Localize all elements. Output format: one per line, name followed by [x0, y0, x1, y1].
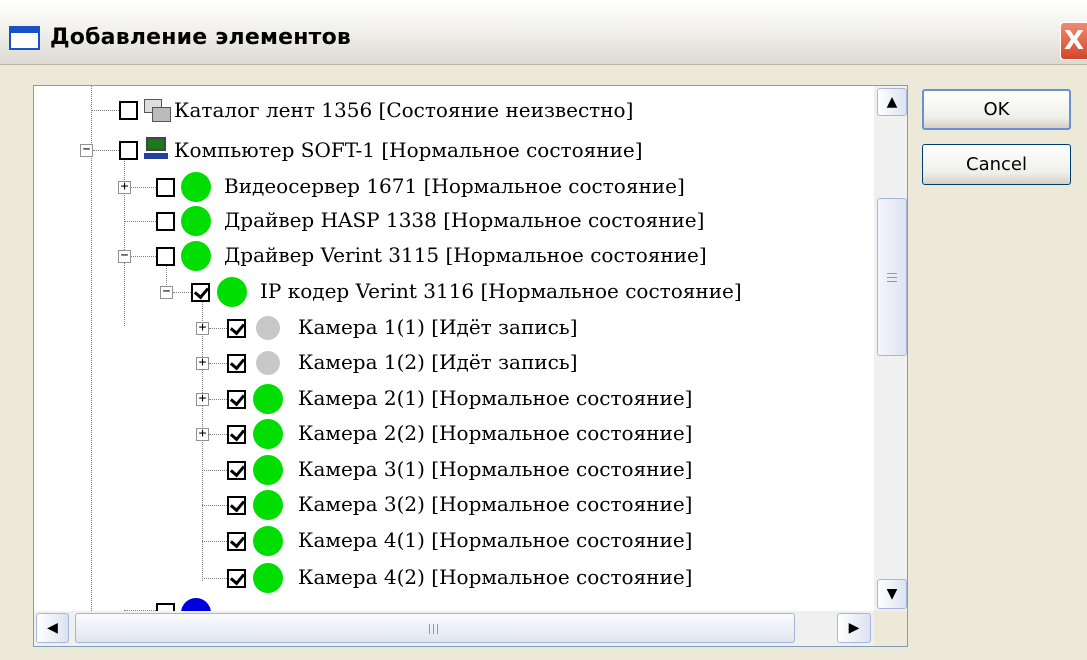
- status-green-icon: [253, 384, 283, 414]
- tree-item-label[interactable]: Драйвер Verint 3115 [Нормальное состояни…: [224, 243, 707, 267]
- checkbox-tape-catalog[interactable]: [119, 101, 138, 120]
- tree-item-label[interactable]: IP кодер Verint 3116 [Нормальное состоян…: [260, 279, 742, 303]
- tree-line: [209, 328, 227, 329]
- window-icon: [9, 26, 40, 50]
- tree-item-label[interactable]: Камера 4(2) [Нормальное состояние]: [298, 565, 692, 589]
- collapse-toggle[interactable]: −: [80, 143, 93, 157]
- tree-line: [93, 150, 119, 151]
- checkbox-camera-2-2[interactable]: [227, 425, 246, 444]
- status-green-icon: [181, 241, 211, 271]
- checkbox-hasp-driver[interactable]: [156, 212, 175, 231]
- status-green-icon: [217, 277, 247, 307]
- tree-line: [124, 146, 125, 326]
- checkbox-camera-3-2[interactable]: [227, 496, 246, 515]
- tree-item-label[interactable]: Камера 4(1) [Нормальное состояние]: [298, 528, 692, 552]
- vertical-scroll-thumb[interactable]: [877, 198, 907, 356]
- tape-catalog-icon: [144, 99, 171, 122]
- checkbox-camera-1-2[interactable]: [227, 354, 246, 373]
- status-green-icon: [253, 526, 283, 556]
- checkbox-camera-4-1[interactable]: [227, 532, 246, 551]
- tree-content: Каталог лент 1356 [Состояние неизвестно]…: [34, 86, 874, 611]
- expand-toggle[interactable]: +: [196, 356, 209, 370]
- tree-item-label[interactable]: Камера 3(1) [Нормальное состояние]: [298, 457, 692, 481]
- tree-item-label[interactable]: Видеосервер 1671 [Нормальное состояние]: [224, 174, 685, 198]
- tree-line: [209, 399, 227, 400]
- tree-line: [91, 86, 92, 611]
- checkbox-camera-3-1[interactable]: [227, 461, 246, 480]
- tree-item-label[interactable]: Каталог лент 1356 [Состояние неизвестно]: [174, 98, 633, 122]
- tree-line: [202, 541, 227, 542]
- collapse-toggle[interactable]: −: [118, 249, 131, 263]
- computer-icon: [144, 137, 168, 161]
- tree-item-label[interactable]: Драйвер HASP 1338 [Нормальное состояние]: [224, 208, 704, 232]
- expand-toggle[interactable]: +: [118, 180, 131, 194]
- checkbox-ip-encoder[interactable]: [191, 283, 210, 302]
- scroll-up-button[interactable]: ▲: [877, 88, 907, 116]
- scroll-left-button[interactable]: ◀: [36, 613, 69, 643]
- status-blue-icon: [181, 598, 211, 611]
- tree-item-label[interactable]: Компьютер SOFT-1 [Нормальное состояние]: [174, 138, 643, 162]
- expand-toggle[interactable]: +: [196, 321, 209, 335]
- scroll-down-button[interactable]: ▼: [877, 579, 907, 609]
- status-green-icon: [253, 455, 283, 485]
- tree-item-label[interactable]: Камера 1(1) [Идёт запись]: [298, 315, 578, 339]
- title-bar: Добавление элементов X: [0, 0, 1087, 65]
- status-green-icon: [253, 563, 283, 593]
- horizontal-scrollbar[interactable]: ◀ ▶: [34, 611, 874, 646]
- tree-line: [91, 110, 119, 111]
- checkbox-video-server[interactable]: [156, 178, 175, 197]
- checkbox-partial-item[interactable]: [156, 603, 175, 611]
- vertical-scrollbar[interactable]: ▲ ▼: [874, 86, 907, 611]
- horizontal-scroll-thumb[interactable]: [75, 613, 795, 643]
- status-green-icon: [253, 490, 283, 520]
- checkbox-camera-2-1[interactable]: [227, 390, 246, 409]
- status-green-icon: [253, 419, 283, 449]
- status-green-icon: [181, 172, 211, 202]
- tree-line: [209, 363, 227, 364]
- checkbox-camera-1-1[interactable]: [227, 319, 246, 338]
- checkbox-camera-4-2[interactable]: [227, 569, 246, 588]
- tree-line: [202, 470, 227, 471]
- element-tree[interactable]: Каталог лент 1356 [Состояние неизвестно]…: [33, 85, 908, 647]
- tree-line: [173, 292, 191, 293]
- window-title: Добавление элементов: [50, 25, 352, 50]
- tree-item-label[interactable]: Камера 3(2) [Нормальное состояние]: [298, 492, 692, 516]
- tree-line: [209, 434, 227, 435]
- tree-line: [124, 221, 156, 222]
- status-gray-icon: [256, 316, 280, 340]
- status-gray-icon: [256, 351, 280, 375]
- tree-line: [202, 505, 227, 506]
- tree-line: [131, 187, 156, 188]
- expand-toggle[interactable]: +: [196, 392, 209, 406]
- tree-line: [202, 578, 227, 579]
- checkbox-computer[interactable]: [119, 141, 138, 160]
- expand-toggle[interactable]: +: [196, 427, 209, 441]
- tree-line: [131, 256, 156, 257]
- ok-button[interactable]: OK: [922, 89, 1071, 130]
- status-green-icon: [181, 206, 211, 236]
- close-button[interactable]: X: [1060, 22, 1087, 60]
- cancel-button[interactable]: Cancel: [922, 144, 1071, 185]
- scroll-right-button[interactable]: ▶: [837, 613, 871, 643]
- checkbox-verint-driver[interactable]: [156, 247, 175, 266]
- tree-item-label[interactable]: Камера 2(2) [Нормальное состояние]: [298, 421, 692, 445]
- tree-item-label[interactable]: Камера 1(2) [Идёт запись]: [298, 350, 578, 374]
- scrollbar-corner: [874, 611, 907, 646]
- tree-item-label[interactable]: Камера 2(1) [Нормальное состояние]: [298, 386, 692, 410]
- collapse-toggle[interactable]: −: [160, 285, 173, 299]
